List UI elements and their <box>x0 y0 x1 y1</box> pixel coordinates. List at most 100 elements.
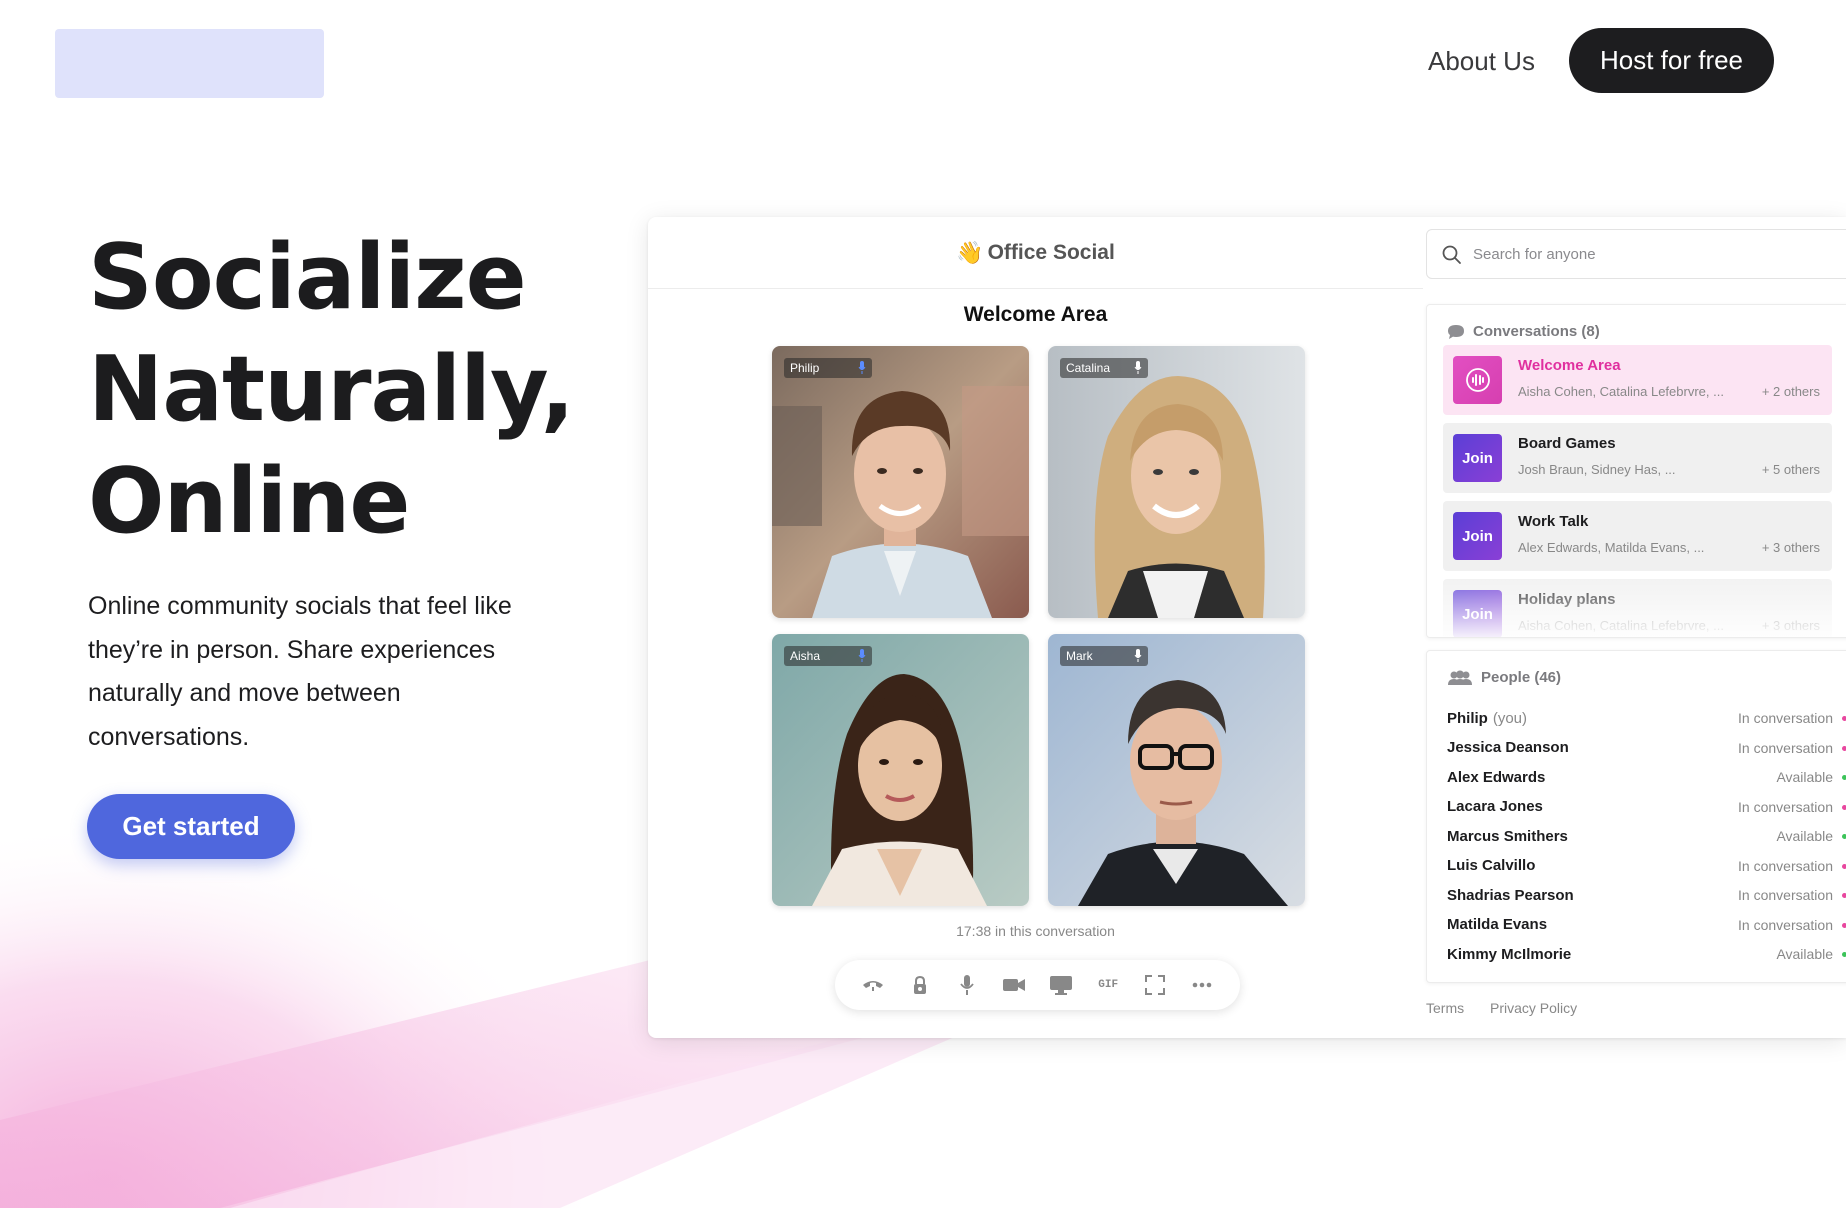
get-started-button[interactable]: Get started <box>87 794 295 859</box>
participant-video <box>772 634 1029 906</box>
hero-subtitle: Online community socials that feel like … <box>88 592 512 751</box>
screen-share-icon[interactable] <box>1047 971 1075 999</box>
conversation-duration: 17:38 in this conversation <box>956 923 1115 939</box>
app-brand: 👋 Office Social <box>956 240 1115 266</box>
audio-wave-icon <box>1465 368 1490 392</box>
participant-video <box>1048 634 1305 906</box>
gif-icon[interactable]: GIF <box>1094 971 1122 999</box>
mic-active-icon <box>858 649 866 662</box>
conversation-name: Holiday plans <box>1518 591 1616 608</box>
room-title: Welcome Area <box>963 303 1108 326</box>
status-dot <box>1842 716 1846 721</box>
participant-name: Aisha <box>790 649 821 663</box>
app-header: 👋 Office Social <box>648 217 1423 289</box>
person-row[interactable]: Kimmy McIlmorie Available <box>1447 943 1846 965</box>
person-status: Available <box>1776 769 1833 785</box>
person-name: Kimmy McIlmorie <box>1447 945 1572 963</box>
conversations-header: Conversations (8) <box>1447 323 1600 340</box>
join-button[interactable]: Join <box>1453 590 1502 637</box>
person-name: Lacara Jones <box>1447 798 1543 815</box>
person-status: In conversation <box>1738 739 1833 756</box>
person-name: Philip <box>1447 709 1488 727</box>
person-name: Shadrias Pearson <box>1447 886 1574 904</box>
leave-call-icon[interactable] <box>859 971 887 999</box>
app-brand-name: Office Social <box>987 240 1115 264</box>
conversation-participants: Alex Edwards, Matilda Evans, ... <box>1518 540 1705 555</box>
people-title: People (46) <box>1481 669 1562 686</box>
person-name: Luis Calvillo <box>1447 857 1536 874</box>
status-dot <box>1842 863 1846 869</box>
join-button[interactable]: Join <box>1453 512 1502 560</box>
video-tile[interactable]: Philip <box>772 346 1029 618</box>
person-status: In conversation <box>1738 710 1833 726</box>
hero-title-line: Online <box>88 449 410 554</box>
conversation-name: Welcome Area <box>1518 357 1621 374</box>
participant-name: Catalina <box>1066 361 1111 375</box>
join-button[interactable]: Join <box>1453 434 1502 482</box>
status-dot <box>1842 834 1846 839</box>
video-tile[interactable]: Catalina <box>1048 346 1305 618</box>
hero-title: Socialize Naturally, Online <box>88 222 608 558</box>
conversation-item[interactable]: Join Holiday plans Aisha Cohen, Catalina… <box>1443 579 1832 637</box>
status-dot <box>1842 775 1846 780</box>
conversation-item[interactable]: Join Board Games Josh Braun, Sidney Has,… <box>1443 423 1832 493</box>
status-dot <box>1842 804 1846 810</box>
fullscreen-icon[interactable] <box>1141 971 1169 999</box>
privacy-policy-link[interactable]: Privacy Policy <box>1490 1000 1577 1016</box>
person-status: Available <box>1776 946 1833 962</box>
status-dot <box>1842 745 1846 751</box>
people-icon <box>1448 670 1472 685</box>
participant-video <box>1048 346 1305 618</box>
person-row[interactable]: Shadrias Pearson In conversation <box>1447 884 1846 906</box>
person-status: In conversation <box>1738 916 1833 933</box>
logo-placeholder[interactable] <box>55 29 324 98</box>
person-status: In conversation <box>1738 887 1833 903</box>
conversation-item[interactable]: Join Work Talk Alex Edwards, Matilda Eva… <box>1443 501 1832 571</box>
terms-link[interactable]: Terms <box>1426 1000 1464 1016</box>
person-name: Matilda Evans <box>1447 916 1548 933</box>
conversation-item[interactable]: Welcome Area Aisha Cohen, Catalina Lefeb… <box>1443 345 1832 415</box>
conversations-panel: Conversations (8) Welcome Area Aisha Coh… <box>1426 304 1846 638</box>
person-status: In conversation <box>1738 857 1833 874</box>
camera-icon[interactable] <box>1000 971 1028 999</box>
participant-video <box>772 346 1029 618</box>
conversations-title: Conversations (8) <box>1473 323 1600 340</box>
participant-name-tag: Philip <box>784 358 872 378</box>
microphone-icon[interactable] <box>953 971 981 999</box>
chat-bubble-icon <box>1448 324 1464 339</box>
person-row[interactable]: Alex Edwards Available <box>1447 766 1846 788</box>
person-row[interactable]: Luis Calvillo In conversation <box>1447 855 1846 877</box>
you-indicator: (you) <box>1492 709 1528 727</box>
more-icon[interactable] <box>1188 971 1216 999</box>
call-toolbar: GIF <box>835 960 1240 1010</box>
status-dot <box>1842 952 1846 957</box>
conversation-others-count: + 2 others <box>1761 384 1820 399</box>
person-row[interactable]: Philip (you) In conversation <box>1447 707 1846 729</box>
app-preview-window: 👋 Office Social Welcome Area <box>648 217 1846 1038</box>
search-box[interactable] <box>1426 229 1846 279</box>
mic-icon <box>1134 649 1142 662</box>
video-tile[interactable]: Aisha <box>772 634 1029 906</box>
search-input[interactable] <box>1473 245 1846 263</box>
person-name: Alex Edwards <box>1447 768 1546 786</box>
person-name: Jessica Deanson <box>1447 739 1569 756</box>
participant-name-tag: Aisha <box>784 646 872 666</box>
person-row[interactable]: Jessica Deanson In conversation <box>1447 737 1846 759</box>
conversation-others-count: + 5 others <box>1761 462 1820 477</box>
hero-title-line: Socialize <box>88 225 527 330</box>
mic-icon <box>1134 361 1142 374</box>
person-row[interactable]: Lacara Jones In conversation <box>1447 796 1846 818</box>
people-panel: People (46) Philip (you) In conversation Je… <box>1426 650 1846 983</box>
conversation-others-count: + 3 others <box>1761 618 1820 633</box>
person-row[interactable]: Matilda Evans In conversation <box>1447 914 1846 936</box>
video-tile[interactable]: Mark <box>1048 634 1305 906</box>
participant-name-tag: Mark <box>1060 646 1148 666</box>
about-us-link[interactable]: About Us <box>1428 46 1535 77</box>
person-row[interactable]: Marcus Smithers Available <box>1447 825 1846 847</box>
conversation-participants: Aisha Cohen, Catalina Lefebrvre, ... <box>1518 384 1724 399</box>
participant-name: Philip <box>790 361 820 375</box>
participant-name: Mark <box>1066 649 1093 663</box>
lock-icon[interactable] <box>906 971 934 999</box>
participant-name-tag: Catalina <box>1060 358 1148 378</box>
host-for-free-button[interactable]: Host for free <box>1569 28 1774 93</box>
